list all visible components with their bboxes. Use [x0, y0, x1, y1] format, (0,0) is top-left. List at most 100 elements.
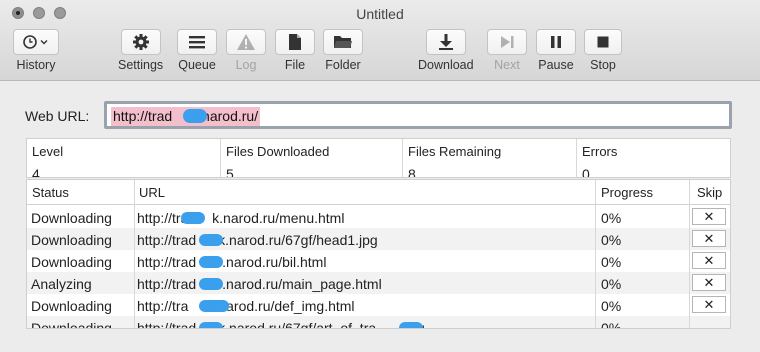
stats-table: Level 4 Files Downloaded 5 Files Remaini… [26, 138, 731, 178]
skip-button[interactable]: ✕ [692, 252, 726, 269]
skip-button[interactable]: ✕ [692, 230, 726, 247]
column-header-skip[interactable]: Skip [697, 185, 722, 200]
row-url: http://trad .narod.ru/bil.html [137, 254, 327, 270]
next-label: Next [494, 58, 520, 72]
row-progress: 0% [601, 254, 622, 270]
redaction-mark [183, 109, 207, 123]
clock-icon [23, 35, 48, 49]
table-row[interactable]: Downloading http://trad k.narod.ru/67gf/h… [27, 228, 730, 250]
log-toolbar-item[interactable]: Log [226, 29, 266, 72]
redaction-mark [399, 322, 423, 328]
pause-icon [551, 36, 561, 48]
redaction-mark [199, 256, 223, 268]
skip-button[interactable]: ✕ [692, 296, 726, 313]
download-icon [438, 34, 453, 50]
stats-files-downloaded: Files Downloaded 5 [221, 139, 403, 178]
folder-button[interactable] [323, 29, 363, 55]
history-button[interactable] [13, 29, 59, 55]
row-url: http://tradk.narod.ru/67gf/art_of_tra.jp… [137, 320, 425, 329]
row-url: http://trad k.narod.ru/67gf/head1.jpg [137, 232, 378, 248]
stop-button[interactable] [584, 29, 622, 55]
redaction-mark [199, 322, 223, 328]
stats-header-files-remaining: Files Remaining [408, 144, 502, 159]
window-chrome: Untitled History Settings Queue Log File… [0, 0, 760, 81]
table-row[interactable]: Analyzing http://trad .narod.ru/main_page… [27, 272, 730, 294]
download-toolbar-item[interactable]: Download [418, 29, 474, 72]
file-label: File [284, 58, 306, 72]
stats-header-files-downloaded: Files Downloaded [226, 144, 330, 159]
stop-toolbar-item[interactable]: Stop [584, 29, 622, 72]
log-button[interactable] [226, 29, 266, 55]
redaction-mark [199, 300, 229, 312]
file-toolbar-item[interactable]: File [275, 29, 315, 72]
stats-files-remaining: Files Remaining 8 [403, 139, 577, 178]
row-status: Downloading [31, 254, 112, 270]
download-button[interactable] [425, 29, 466, 55]
window-title: Untitled [356, 6, 404, 22]
stats-header-errors: Errors [582, 144, 618, 159]
close-icon: ✕ [703, 208, 715, 224]
row-status: Downloading [31, 298, 112, 314]
settings-toolbar-item[interactable]: Settings [118, 29, 163, 72]
row-url: http://trad k.narod.ru/menu.html [137, 210, 345, 226]
folder-label: Folder [325, 58, 361, 72]
redaction-mark [199, 278, 223, 290]
skip-button[interactable]: ✕ [692, 208, 726, 225]
queue-button[interactable] [177, 29, 217, 55]
settings-label: Settings [118, 58, 164, 72]
pause-label: Pause [538, 58, 574, 72]
column-divider [689, 180, 690, 328]
gear-icon [132, 34, 149, 50]
warning-icon [237, 34, 255, 50]
row-progress: 0% [601, 320, 622, 329]
download-label: Download [418, 58, 474, 72]
folder-toolbar-item[interactable]: Folder [323, 29, 363, 72]
folder-icon [334, 36, 352, 48]
document-icon [289, 34, 301, 50]
downloads-table[interactable]: Status URL Progress Skip Downloading htt… [26, 179, 731, 329]
row-progress: 0% [601, 232, 622, 248]
row-progress: 0% [601, 210, 622, 226]
close-icon: ✕ [703, 252, 715, 268]
row-url: http://tra narod.ru/def_img.html [137, 298, 355, 314]
queue-toolbar-item[interactable]: Queue [177, 29, 217, 72]
skip-forward-icon [501, 36, 514, 48]
next-button[interactable] [487, 29, 527, 55]
row-status: Downloading [31, 210, 112, 226]
redaction-mark [181, 212, 205, 224]
settings-button[interactable] [120, 29, 161, 55]
row-url: http://trad .narod.ru/main_page.html [137, 276, 382, 292]
table-row[interactable]: Downloading http://trad k.narod.ru/menu.h… [27, 206, 730, 228]
row-status: Downloading [31, 232, 112, 248]
column-header-status[interactable]: Status [32, 185, 69, 200]
stop-icon [597, 36, 609, 48]
pause-button[interactable] [536, 29, 576, 55]
skip-button[interactable]: ✕ [692, 274, 726, 291]
pause-toolbar-item[interactable]: Pause [536, 29, 576, 72]
log-label: Log [235, 58, 257, 72]
queue-label: Queue [178, 58, 216, 72]
history-toolbar-item[interactable]: History [13, 29, 59, 72]
list-icon [189, 36, 205, 49]
row-status: Downloading [31, 320, 112, 329]
stop-label: Stop [590, 58, 616, 72]
stats-errors: Errors 0 [577, 139, 730, 178]
column-header-url[interactable]: URL [139, 185, 165, 200]
close-icon: ✕ [703, 274, 715, 290]
stats-value-errors: 0 [582, 166, 590, 178]
close-icon: ✕ [703, 296, 715, 312]
table-row[interactable]: Downloading http://tra narod.ru/def_img.h… [27, 294, 730, 316]
table-header: Status URL Progress Skip [27, 180, 730, 205]
stats-level: Level 4 [27, 139, 221, 178]
row-progress: 0% [601, 276, 622, 292]
stats-value-level: 4 [32, 166, 40, 178]
stats-value-files-downloaded: 5 [226, 166, 234, 178]
stats-value-files-remaining: 8 [408, 166, 416, 178]
next-toolbar-item[interactable]: Next [487, 29, 527, 72]
redaction-mark [199, 234, 223, 246]
file-button[interactable] [275, 29, 315, 55]
table-row[interactable]: Downloading http://trad k.narod.ru/67gf/a… [27, 316, 730, 329]
column-header-progress[interactable]: Progress [601, 185, 653, 200]
web-url-input[interactable]: http://trad .narod.ru/ [104, 101, 732, 129]
table-row[interactable]: Downloading http://trad .narod.ru/bil.htm… [27, 250, 730, 272]
